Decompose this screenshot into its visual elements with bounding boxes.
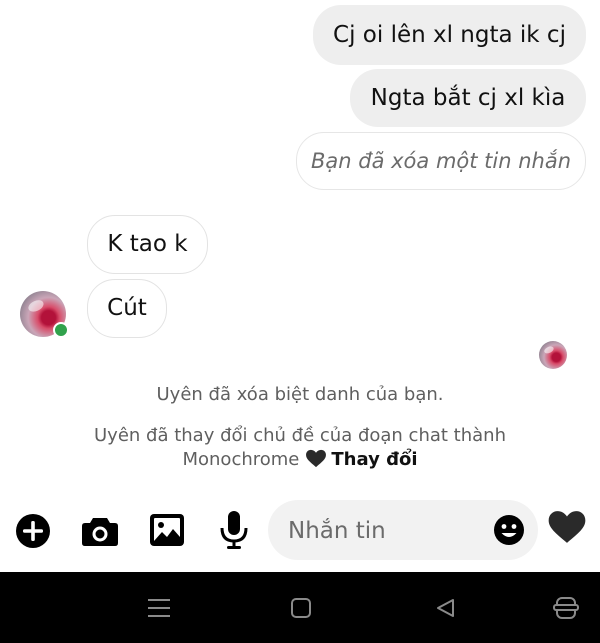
received-message[interactable]: K tao k (87, 215, 208, 274)
menu-icon[interactable] (139, 590, 179, 626)
back-icon[interactable] (425, 590, 465, 626)
theme-changed-text: Uyên đã thay đổi chủ đề của đoạn chat th… (94, 425, 506, 446)
home-icon[interactable] (281, 590, 321, 626)
message-input-box[interactable] (268, 500, 538, 562)
composer-bar (0, 490, 600, 570)
chat-area: Cj oi lên xl ngta ik cj Ngta bắt cj xl k… (0, 0, 600, 572)
assistant-icon[interactable] (546, 590, 586, 626)
image-icon[interactable] (147, 510, 187, 550)
theme-changed-notice: Uyên đã thay đổi chủ đề của đoạn chat th… (0, 424, 600, 475)
online-status-dot (53, 322, 69, 338)
deleted-message-notice[interactable]: Bạn đã xóa một tin nhắn (296, 132, 586, 190)
message-input[interactable] (286, 500, 490, 562)
sent-message[interactable]: Cj oi lên xl ngta ik cj (313, 5, 586, 65)
seen-receipt-avatar (539, 341, 567, 369)
microphone-icon[interactable] (216, 508, 252, 552)
camera-icon[interactable] (79, 512, 121, 550)
heart-icon (305, 449, 327, 475)
received-message[interactable]: Cút (87, 279, 167, 338)
sent-message[interactable]: Ngta bắt cj xl kìa (350, 69, 586, 127)
emoji-icon[interactable] (492, 513, 526, 547)
plus-icon[interactable] (14, 512, 52, 550)
change-theme-link[interactable]: Thay đổi (331, 449, 417, 470)
theme-name: Monochrome (182, 449, 300, 470)
system-navigation-bar (0, 572, 600, 643)
like-heart-icon[interactable] (546, 506, 588, 548)
nickname-removed-notice: Uyên đã xóa biệt danh của bạn. (156, 384, 444, 405)
